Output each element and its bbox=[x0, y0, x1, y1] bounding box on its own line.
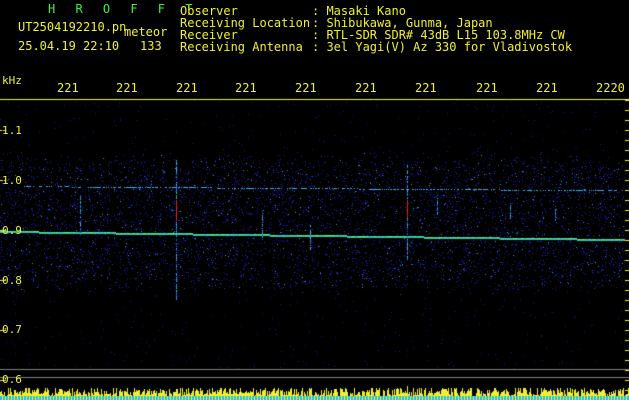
x-tick-label: 221 bbox=[116, 81, 138, 95]
event-count: 133 bbox=[140, 39, 162, 53]
y-tick-label: 0.6 bbox=[2, 373, 22, 386]
x-tick-label: 221 bbox=[536, 81, 558, 95]
x-tick-label: 221 bbox=[415, 81, 437, 95]
x-tick-label: 221 bbox=[476, 81, 498, 95]
y-tick-label: 1.1 bbox=[2, 124, 22, 137]
app-title: H R O F F T bbox=[48, 2, 199, 16]
y-tick-label: 0.7 bbox=[2, 323, 22, 336]
x-tick-label: 221 bbox=[295, 81, 317, 95]
antenna-label: Receiving Antenna bbox=[180, 40, 303, 54]
x-tick-label: 221 bbox=[57, 81, 79, 95]
event-type: meteor bbox=[124, 25, 168, 39]
antenna-value: : 3el Yagi(V) Az 330 for Vladivostok bbox=[312, 40, 573, 54]
y-tick-label: 0.9 bbox=[2, 224, 22, 237]
datetime: 25.04.19 22:10 bbox=[18, 39, 120, 53]
y-axis-unit: kHz bbox=[2, 74, 22, 87]
spectrogram-display bbox=[0, 0, 629, 400]
x-tick-label: 221 bbox=[355, 81, 377, 95]
x-tick-label: 221 bbox=[235, 81, 257, 95]
y-tick-label: 1.0 bbox=[2, 174, 22, 187]
x-tick-label: 2220 bbox=[596, 81, 625, 95]
file-name: UT2504192210.pn bbox=[18, 20, 127, 34]
x-tick-label: 221 bbox=[176, 81, 198, 95]
y-tick-label: 0.8 bbox=[2, 274, 22, 287]
